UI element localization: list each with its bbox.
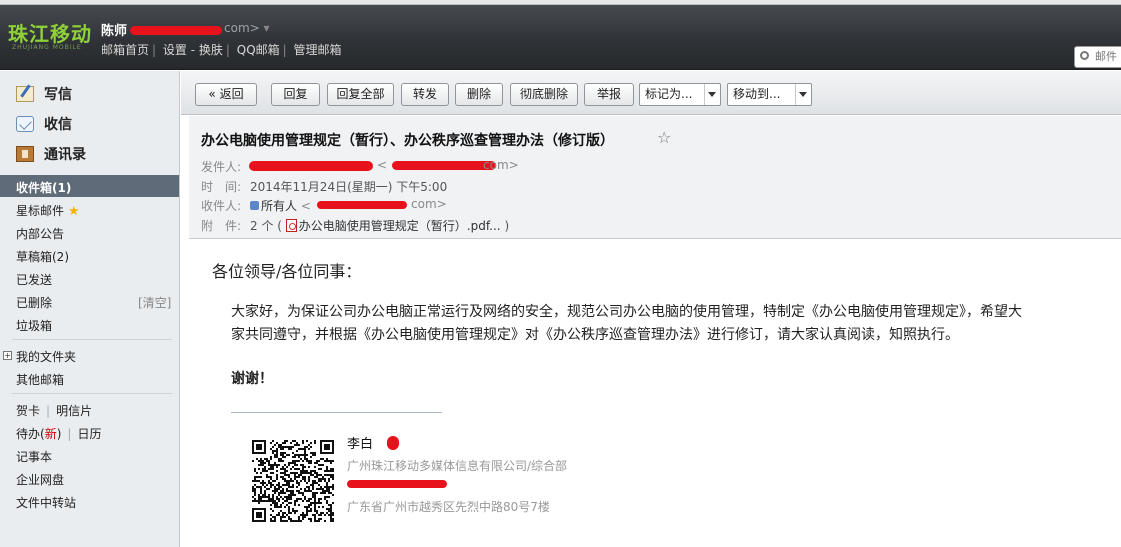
link-mail-home[interactable]: 邮箱首页 (101, 43, 149, 57)
forward-button[interactable]: 转发 (401, 83, 449, 106)
qr-code-image (252, 440, 334, 522)
sidebar-item-sent[interactable]: 已发送 (16, 271, 52, 288)
divider (12, 339, 172, 340)
redaction-mark (347, 480, 447, 488)
mail-header: 办公电脑使用管理规定（暂行）、办公秩序巡查管理办法（修订版） ☆ 发件人: < … (189, 116, 1121, 239)
contacts-label: 通讯录 (44, 147, 86, 163)
attachment-label: 附 件: (201, 219, 242, 233)
signature-divider (231, 412, 442, 413)
logo[interactable]: 珠江移动 (8, 18, 92, 47)
delete-button[interactable]: 删除 (455, 83, 503, 106)
user-email[interactable]: com> ▾ (224, 21, 270, 35)
delete-permanent-button[interactable]: 彻底删除 (510, 83, 578, 106)
chevron-down-icon (708, 92, 716, 97)
receive-mail-icon (16, 116, 34, 132)
sidebar-item-notebook[interactable]: 记事本 (16, 448, 52, 465)
sidebar-item-my-folders[interactable]: 我的文件夹 (16, 348, 76, 365)
from-label: 发件人: (201, 160, 242, 174)
redaction-mark (392, 161, 496, 170)
search-box[interactable] (1074, 46, 1121, 68)
redaction-mark (130, 26, 222, 35)
mark-as-label: 标记为... (645, 87, 693, 101)
clear-trash-link[interactable]: [清空] (138, 294, 171, 311)
link-settings[interactable]: 设置 (163, 43, 187, 57)
sidebar-item-calendar[interactable]: 日历 (77, 427, 101, 441)
body-paragraph-line1: 大家好，为保证公司办公电脑正常运行及网络的安全，规范公司办公电脑的使用管理，特制… (231, 304, 1022, 320)
attachment-list: 2 个 ( 办公电脑使用管理规定（暂行）.pdf... ) (250, 219, 510, 233)
sidebar-item-inbox[interactable]: 收件箱(1) (0, 175, 179, 197)
thanks-text: 谢谢！ (231, 371, 273, 387)
receive-label: 收信 (44, 117, 72, 133)
sidebar-item-drafts[interactable]: 草稿箱(2) (16, 248, 69, 265)
chevron-down-icon (799, 92, 807, 97)
attachment-link[interactable]: 办公电脑使用管理规定（暂行）.pdf... (285, 219, 501, 233)
browser-strip (0, 0, 1121, 5)
star-icon: ★ (68, 204, 80, 219)
sidebar-item-announcements[interactable]: 内部公告 (16, 225, 64, 242)
sidebar-item-spam[interactable]: 垃圾箱 (16, 317, 52, 334)
top-header: 珠江移动 ZHUJIANG MOBILE 陈师 com> ▾ 邮箱首页 | 设置 … (0, 0, 1121, 70)
group-icon (250, 201, 259, 210)
mail-body: 各位领导/各位同事： 大家好，为保证公司办公电脑正常运行及网络的安全，规范公司办… (189, 240, 1121, 547)
sidebar-item-starred[interactable]: 星标邮件 ★ (16, 202, 80, 219)
sidebar-item-greeting-card[interactable]: 贺卡 (16, 404, 40, 418)
signature-name: 李白 (347, 437, 374, 452)
logo-subtitle: ZHUJIANG MOBILE (12, 44, 82, 51)
signature-address: 广东省广州市越秀区先烈中路80号7楼 (347, 500, 550, 514)
from-address[interactable]: < (377, 158, 387, 172)
mail-time: 2014年11月24日(星期一) 下午5:00 (250, 180, 448, 194)
time-label: 时 间: (201, 180, 242, 194)
top-links: 邮箱首页 | 设置 - 换肤 | QQ邮箱 | 管理邮箱 (101, 43, 342, 57)
move-to-label: 移动到... (733, 87, 781, 101)
sidebar-item-other-mailboxes[interactable]: 其他邮箱 (16, 371, 64, 388)
link-qq-mail[interactable]: QQ邮箱 (237, 43, 280, 57)
report-button[interactable]: 举报 (584, 83, 634, 106)
receive-button[interactable]: 收信 (16, 113, 72, 135)
to-recipients[interactable]: 所有人 < (250, 197, 311, 214)
to-label: 收件人: (201, 199, 242, 213)
mark-as-select[interactable]: 标记为... (639, 83, 721, 106)
body-paragraph-line2: 家共同遵守，并根据《办公电脑使用管理规定》对《办公秩序巡查管理办法》进行修订，请… (231, 327, 959, 343)
search-icon (1080, 51, 1089, 60)
link-skin[interactable]: 换肤 (199, 43, 223, 57)
write-button[interactable]: 写信 (16, 83, 72, 105)
sidebar-item-todo[interactable]: 待办(新) (16, 427, 61, 441)
sidebar-item-cards: 贺卡 | 明信片 (16, 404, 93, 418)
from-address-end: com> (483, 158, 519, 172)
redaction-mark (249, 161, 373, 171)
to-email-end: com> (411, 197, 447, 211)
sidebar: 写信 收信 通讯录 收件箱(1) 星标邮件 ★ 内部公告 草稿箱(2) 已发送 已… (0, 71, 180, 547)
redaction-mark (317, 201, 407, 209)
mail-toolbar: « 返回 回复 回复全部 转发 删除 彻底删除 举报 标记为... 移动到... (181, 71, 1121, 115)
contacts-button[interactable]: 通讯录 (16, 143, 86, 165)
mail-subject: 办公电脑使用管理规定（暂行）、办公秩序巡查管理办法（修订版） (201, 133, 614, 149)
link-manage-mail[interactable]: 管理邮箱 (294, 43, 342, 57)
sidebar-item-todo-row: 待办(新) | 日历 (16, 427, 102, 441)
write-label: 写信 (44, 87, 72, 103)
sidebar-item-file-transfer[interactable]: 文件中转站 (16, 494, 76, 511)
sidebar-item-deleted[interactable]: 已删除 (16, 294, 52, 311)
signature-company: 广州珠江移动多媒体信息有限公司/综合部 (347, 459, 568, 473)
reply-all-button[interactable]: 回复全部 (327, 83, 394, 106)
search-input[interactable] (1095, 50, 1121, 63)
divider (12, 393, 172, 394)
greeting: 各位领导/各位同事： (212, 262, 362, 281)
user-name: 陈师 (101, 24, 128, 39)
sidebar-item-netdisk[interactable]: 企业网盘 (16, 471, 64, 488)
reply-button[interactable]: 回复 (271, 83, 320, 106)
pdf-icon (285, 219, 297, 232)
redaction-mark (387, 436, 399, 450)
move-to-select[interactable]: 移动到... (727, 83, 812, 106)
sidebar-item-postcard[interactable]: 明信片 (56, 404, 92, 418)
star-outline-icon[interactable]: ☆ (657, 128, 671, 147)
pencil-icon (16, 86, 34, 102)
expand-plus-icon[interactable]: + (3, 351, 12, 360)
address-book-icon (16, 146, 34, 162)
back-button[interactable]: « 返回 (195, 83, 257, 106)
